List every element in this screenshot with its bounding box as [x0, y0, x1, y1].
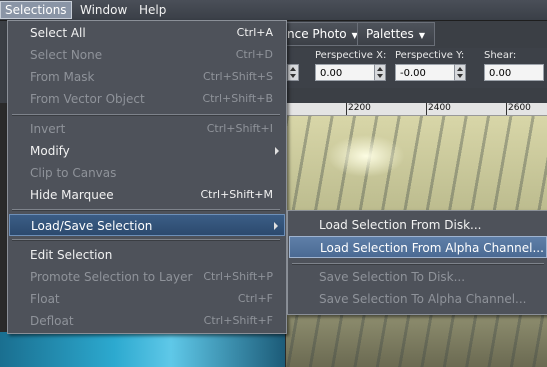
menu-item-shortcut: Ctrl+Shift+M: [200, 188, 274, 201]
menu-item-edit-selection[interactable]: Edit Selection: [9, 244, 285, 266]
perspective-y-field[interactable]: -0.00: [395, 64, 455, 81]
submenu-item-label: Load Selection From Alpha Channel...: [320, 241, 544, 255]
left-spinner[interactable]: [287, 64, 299, 81]
menu-item-label: Invert: [30, 122, 66, 136]
menu-item-shortcut: Ctrl+Shift+S: [203, 70, 273, 83]
selections-dropdown-menu: Select All Ctrl+A Select None Ctrl+D Fro…: [7, 20, 287, 334]
menu-item-defloat[interactable]: Defloat Ctrl+Shift+F: [9, 310, 285, 332]
menu-item-float[interactable]: Float Ctrl+F: [9, 288, 285, 310]
menu-help[interactable]: Help: [135, 2, 170, 18]
load-save-selection-submenu: Load Selection From Disk... Load Selecti…: [287, 210, 547, 315]
menu-item-label: Promote Selection to Layer: [30, 270, 193, 284]
menu-item-from-vector-object[interactable]: From Vector Object Ctrl+Shift+B: [9, 88, 285, 110]
menu-item-label: From Mask: [30, 70, 95, 84]
submenu-item-load-from-disk[interactable]: Load Selection From Disk...: [289, 214, 547, 236]
submenu-arrow-icon: [275, 147, 279, 155]
submenu-item-label: Load Selection From Disk...: [319, 218, 482, 232]
menu-item-promote-selection-to-layer[interactable]: Promote Selection to Layer Ctrl+Shift+P: [9, 266, 285, 288]
ruler-tick-label: 2600: [506, 103, 531, 115]
menu-item-modify[interactable]: Modify: [9, 140, 285, 162]
shear-label: Shear:: [484, 50, 517, 61]
menu-item-load-save-selection[interactable]: Load/Save Selection: [9, 214, 285, 236]
submenu-item-save-to-disk[interactable]: Save Selection To Disk...: [289, 266, 547, 288]
menu-item-label: Load/Save Selection: [31, 219, 153, 233]
perspective-y-spinner[interactable]: [454, 64, 466, 81]
submenu-item-load-from-alpha-channel[interactable]: Load Selection From Alpha Channel...: [289, 236, 547, 258]
menu-item-shortcut: Ctrl+Shift+P: [203, 270, 273, 283]
menu-window[interactable]: Window: [76, 2, 131, 18]
menu-separator: [12, 209, 280, 211]
transform-options-panel: Perspective X: 0.00 Perspective Y: -0.00…: [281, 48, 547, 88]
menu-item-from-mask[interactable]: From Mask Ctrl+Shift+S: [9, 66, 285, 88]
submenu-item-label: Save Selection To Alpha Channel...: [319, 292, 527, 306]
perspective-x-field[interactable]: 0.00: [315, 64, 375, 81]
palettes-label: Palettes: [366, 27, 414, 41]
canvas-image-left[interactable]: [0, 332, 285, 367]
menu-item-shortcut: Ctrl+F: [237, 292, 273, 305]
menu-item-label: Hide Marquee: [30, 188, 114, 202]
menu-item-label: Defloat: [30, 314, 74, 328]
submenu-item-save-to-alpha-channel[interactable]: Save Selection To Alpha Channel...: [289, 288, 547, 310]
submenu-arrow-icon: [274, 222, 278, 230]
chevron-down-icon: ▼: [418, 31, 425, 40]
menu-separator: [12, 114, 280, 116]
menu-item-label: Edit Selection: [30, 248, 113, 262]
menu-separator: [12, 239, 280, 241]
menu-selections[interactable]: Selections: [0, 1, 72, 19]
menu-item-label: From Vector Object: [30, 92, 145, 106]
menu-item-label: Select All: [30, 26, 86, 40]
horizontal-ruler: 2200 2400 2600: [286, 103, 547, 116]
menu-separator: [292, 263, 544, 265]
enhance-photo-label: nce Photo: [287, 27, 347, 41]
menu-item-clip-to-canvas[interactable]: Clip to Canvas: [9, 162, 285, 184]
ruler-tick-label: 2200: [346, 103, 371, 115]
menu-item-invert[interactable]: Invert Ctrl+Shift+I: [9, 118, 285, 140]
menu-item-hide-marquee[interactable]: Hide Marquee Ctrl+Shift+M: [9, 184, 285, 206]
menu-item-select-none[interactable]: Select None Ctrl+D: [9, 44, 285, 66]
menu-item-label: Float: [30, 292, 60, 306]
menu-item-label: Clip to Canvas: [30, 166, 117, 180]
shear-field[interactable]: 0.00: [484, 64, 544, 81]
menu-item-shortcut: Ctrl+Shift+B: [202, 92, 273, 105]
menu-item-label: Modify: [30, 144, 70, 158]
enhance-photo-menu-button[interactable]: nce Photo ▼: [278, 22, 368, 46]
menu-item-shortcut: Ctrl+D: [235, 48, 273, 61]
perspective-x-label: Perspective X:: [315, 50, 387, 61]
menu-item-select-all[interactable]: Select All Ctrl+A: [9, 22, 285, 44]
menu-item-shortcut: Ctrl+A: [236, 26, 273, 39]
palettes-menu-button[interactable]: Palettes ▼: [357, 22, 435, 46]
submenu-item-label: Save Selection To Disk...: [319, 270, 466, 284]
canvas-header: [286, 88, 547, 103]
ruler-tick-label: 2400: [426, 103, 451, 115]
menu-item-shortcut: Ctrl+Shift+I: [206, 122, 273, 135]
perspective-x-spinner[interactable]: [374, 64, 386, 81]
menubar: Selections Window Help: [0, 0, 547, 21]
menu-item-shortcut: Ctrl+Shift+F: [203, 314, 273, 327]
menu-item-label: Select None: [30, 48, 103, 62]
perspective-y-label: Perspective Y:: [395, 50, 465, 61]
